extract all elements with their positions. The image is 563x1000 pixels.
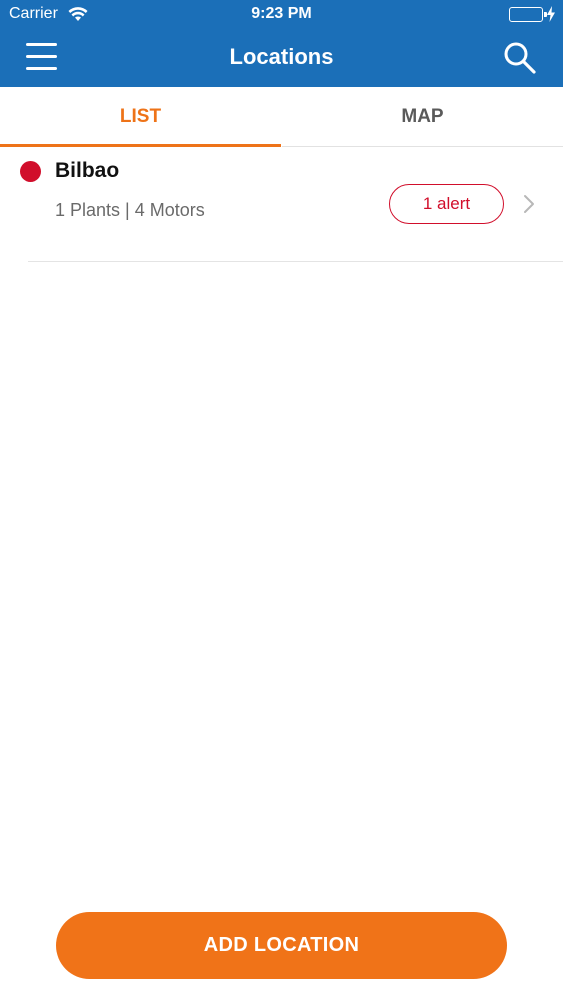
location-name: Bilbao	[55, 159, 120, 182]
app-header: Carrier 9:23 PM Locations	[0, 0, 563, 87]
page-title: Locations	[229, 44, 334, 69]
alert-badge[interactable]: 1 alert	[389, 184, 504, 224]
location-row-bilbao[interactable]: Bilbao 1 Plants | 4 Motors 1 alert	[0, 147, 563, 262]
view-tabs: LIST MAP	[0, 87, 563, 147]
clock: 9:23 PM	[251, 5, 312, 22]
location-summary: 1 Plants | 4 Motors	[55, 200, 205, 220]
battery-icon	[509, 7, 547, 22]
tab-list[interactable]: LIST	[0, 87, 281, 147]
chevron-right-icon	[524, 195, 534, 213]
status-bar: Carrier 9:23 PM	[0, 0, 563, 30]
row-divider	[28, 261, 563, 262]
status-dot	[20, 161, 41, 182]
charging-bolt-icon	[547, 6, 555, 22]
tab-map[interactable]: MAP	[282, 87, 563, 147]
search-icon[interactable]	[500, 40, 540, 76]
add-location-button[interactable]: ADD LOCATION	[56, 912, 507, 979]
